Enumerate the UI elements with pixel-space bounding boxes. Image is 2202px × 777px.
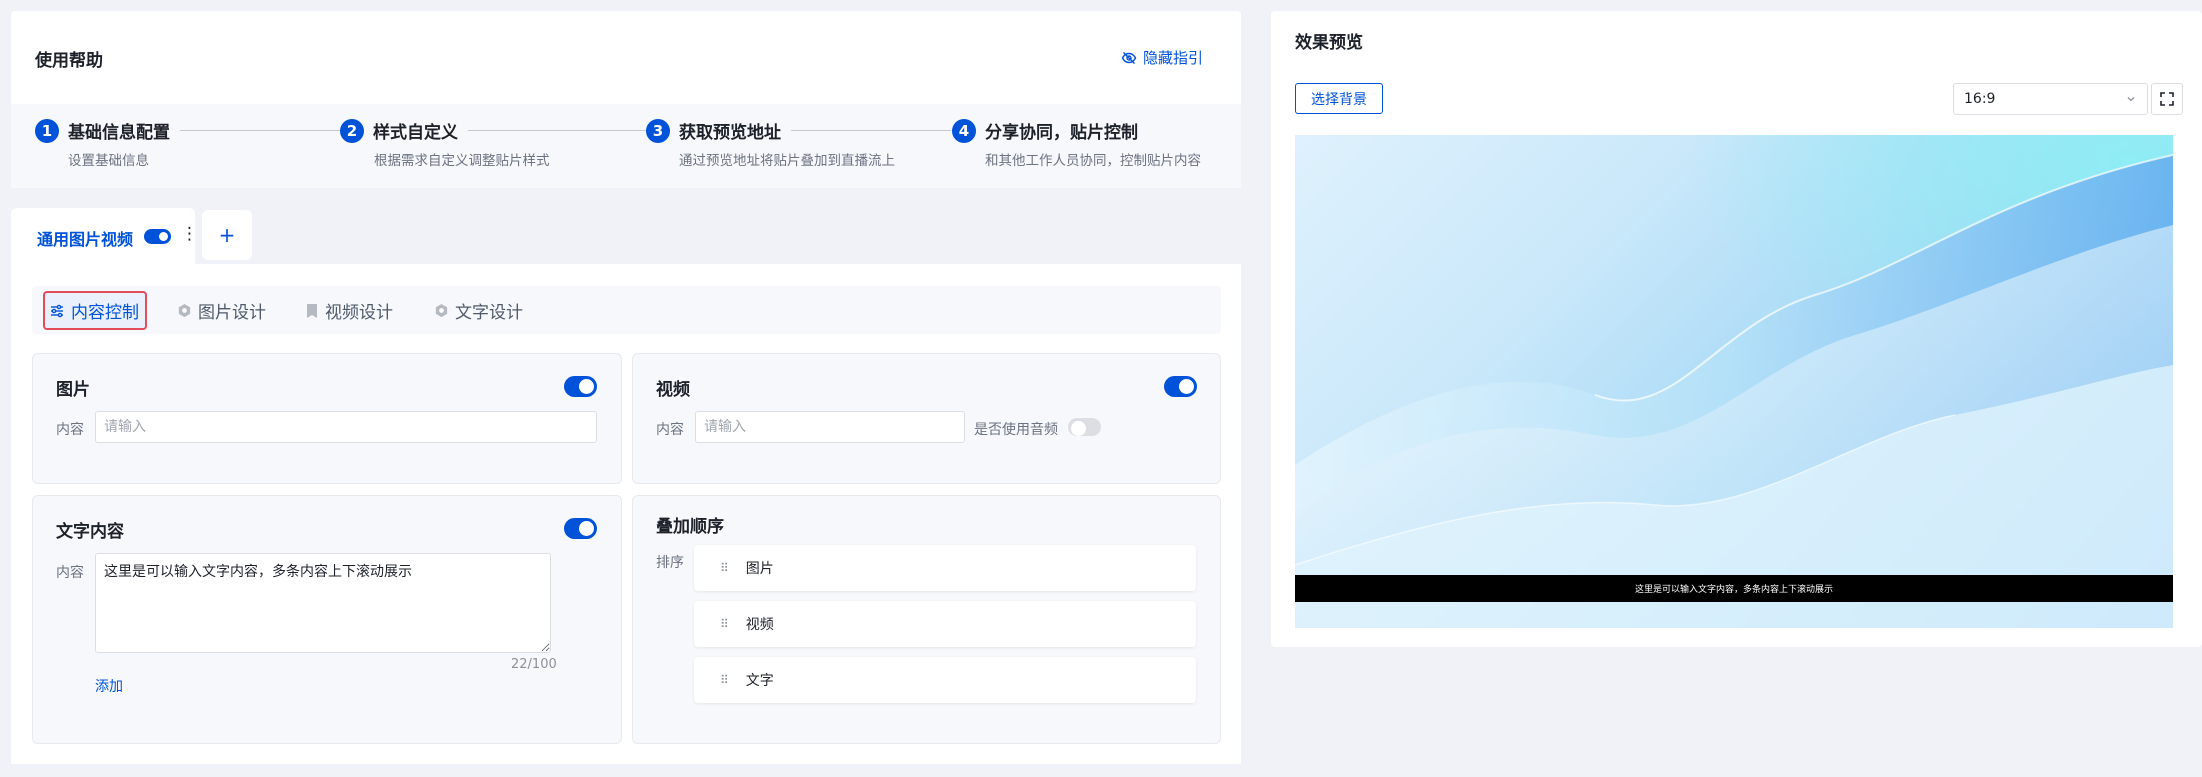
aspect-ratio-value: 16:9 [1964,91,1996,107]
step-title: 基础信息配置 [68,123,170,143]
hide-guide-button[interactable]: 隐藏指引 [1121,47,1203,68]
order-item-label: 文字 [745,673,774,689]
hide-guide-label: 隐藏指引 [1143,49,1204,67]
tab-enable-toggle[interactable] [144,229,171,244]
step-desc: 通过预览地址将贴片叠加到直播流上 [679,153,895,169]
help-title: 使用帮助 [35,51,103,71]
text-enable-toggle[interactable] [564,518,597,539]
step-number: 2 [340,118,364,143]
hexagon-icon [178,303,191,318]
char-counter: 22/100 [511,657,557,672]
fullscreen-button[interactable] [2151,83,2183,115]
order-item-label: 视频 [745,617,774,633]
text-content-label: 内容 [56,565,84,581]
subtab-label: 视频设计 [325,303,393,323]
video-content-input[interactable] [695,411,965,443]
step-2: 2 样式自定义 [340,118,646,143]
silk-wave-background [1295,135,2173,628]
step-title: 样式自定义 [373,123,458,143]
subtab-video-design[interactable]: 视频设计 [305,298,393,323]
preview-canvas [1295,135,2173,628]
add-text-link[interactable]: 添加 [95,676,123,696]
step-desc: 根据需求自定义调整贴片样式 [374,153,550,169]
step-number: 4 [952,118,976,143]
step-title: 分享协同，贴片控制 [985,123,1138,143]
audio-label: 是否使用音频 [974,422,1058,438]
more-icon[interactable]: ⋮ [181,224,198,244]
step-3: 3 获取预览地址 [646,118,951,143]
subtab-image-design[interactable]: 图片设计 [177,298,266,323]
drag-handle-icon[interactable]: ⠿ [720,561,729,575]
video-enable-toggle[interactable] [1164,376,1197,397]
image-content-input[interactable] [95,411,597,443]
step-1: 1 基础信息配置 [35,118,344,143]
tab-label: 通用图片视频 [37,230,134,249]
step-connector [791,130,951,131]
fullscreen-icon [2160,92,2174,106]
audio-toggle[interactable] [1068,418,1101,436]
hexagon-icon [435,303,448,318]
select-background-button[interactable]: 选择背景 [1295,83,1383,114]
step-title: 获取预览地址 [679,123,781,143]
preview-title: 效果预览 [1295,33,1363,53]
subtab-label: 内容控制 [71,303,139,323]
step-desc: 和其他工作人员协同，控制贴片内容 [985,153,1201,169]
image-content-label: 内容 [56,422,84,438]
aspect-ratio-select[interactable]: 16:9 [1953,83,2148,115]
subtab-content-control[interactable]: 内容控制 [49,298,139,323]
step-4: 4 分享协同，贴片控制 [952,118,1138,143]
sliders-icon [51,304,63,317]
step-desc: 设置基础信息 [68,153,149,169]
steps-bar [11,104,1241,188]
subtab-label: 文字设计 [455,303,523,323]
order-item[interactable]: ⠿ 视频 [694,601,1196,647]
order-item-label: 图片 [745,561,774,577]
image-panel-title: 图片 [56,380,90,400]
text-panel-title: 文字内容 [56,522,124,542]
step-number: 1 [35,118,59,143]
preview-subtitle-bar: 这里是可以输入文字内容，多条内容上下滚动展示 [1295,575,2173,602]
step-number: 3 [646,118,670,143]
subtab-label: 图片设计 [198,303,266,323]
video-panel-title: 视频 [656,380,690,400]
image-enable-toggle[interactable] [564,376,597,397]
eye-off-icon [1121,51,1137,64]
order-item[interactable]: ⠿ 文字 [694,657,1196,703]
step-connector [180,130,344,131]
drag-handle-icon[interactable]: ⠿ [720,617,729,631]
chevron-down-icon [2127,97,2135,102]
order-panel-title: 叠加顺序 [656,517,724,537]
subtab-text-design[interactable]: 文字设计 [434,298,523,323]
add-tab-button[interactable]: + [202,210,252,260]
video-content-label: 内容 [656,422,684,438]
order-item[interactable]: ⠿ 图片 [694,545,1196,591]
step-connector [468,130,646,131]
bookmark-icon [307,303,317,318]
sort-label: 排序 [656,555,684,571]
drag-handle-icon[interactable]: ⠿ [720,673,729,687]
text-content-textarea[interactable]: 这里是可以输入文字内容，多条内容上下滚动展示 [95,553,551,653]
